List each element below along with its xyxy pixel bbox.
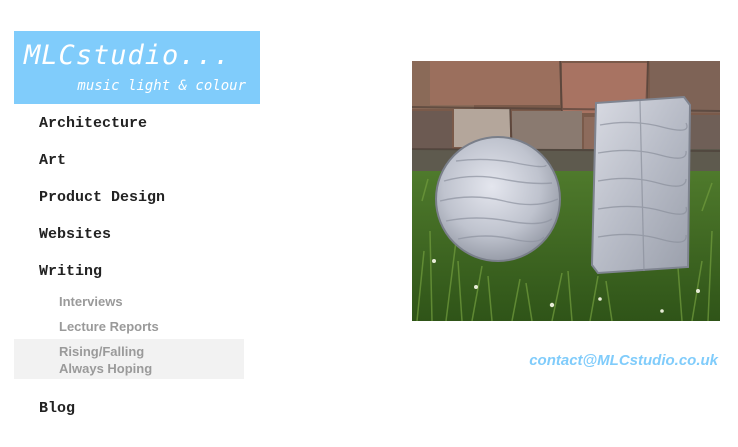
nav-item-websites[interactable]: Websites [39, 226, 111, 244]
artwork-photo [412, 61, 720, 321]
contact-email-link[interactable]: contact@MLCstudio.co.uk [529, 352, 718, 370]
nav-item-architecture[interactable]: Architecture [39, 115, 147, 133]
site-logo[interactable]: MLCstudio... music light & colour [14, 31, 260, 104]
nav-item-art[interactable]: Art [39, 152, 66, 170]
nav-item-blog[interactable]: Blog [39, 400, 75, 418]
subnav-item-lecture-reports[interactable]: Lecture Reports [59, 318, 159, 335]
subnav-item-interviews[interactable]: Interviews [59, 293, 123, 310]
subnav-item-rising-falling-line1: Rising/Falling [59, 344, 145, 359]
logo-title: MLCstudio... [24, 40, 232, 71]
subnav-item-rising-falling-line2: Always Hoping [59, 361, 153, 376]
subnav-item-rising-falling[interactable]: Rising/Falling Always Hoping [59, 343, 152, 377]
logo-tagline: music light & colour [77, 78, 246, 94]
artwork-photo-image [412, 61, 720, 321]
nav-item-writing[interactable]: Writing [39, 263, 102, 281]
nav-item-product-design[interactable]: Product Design [39, 189, 165, 207]
